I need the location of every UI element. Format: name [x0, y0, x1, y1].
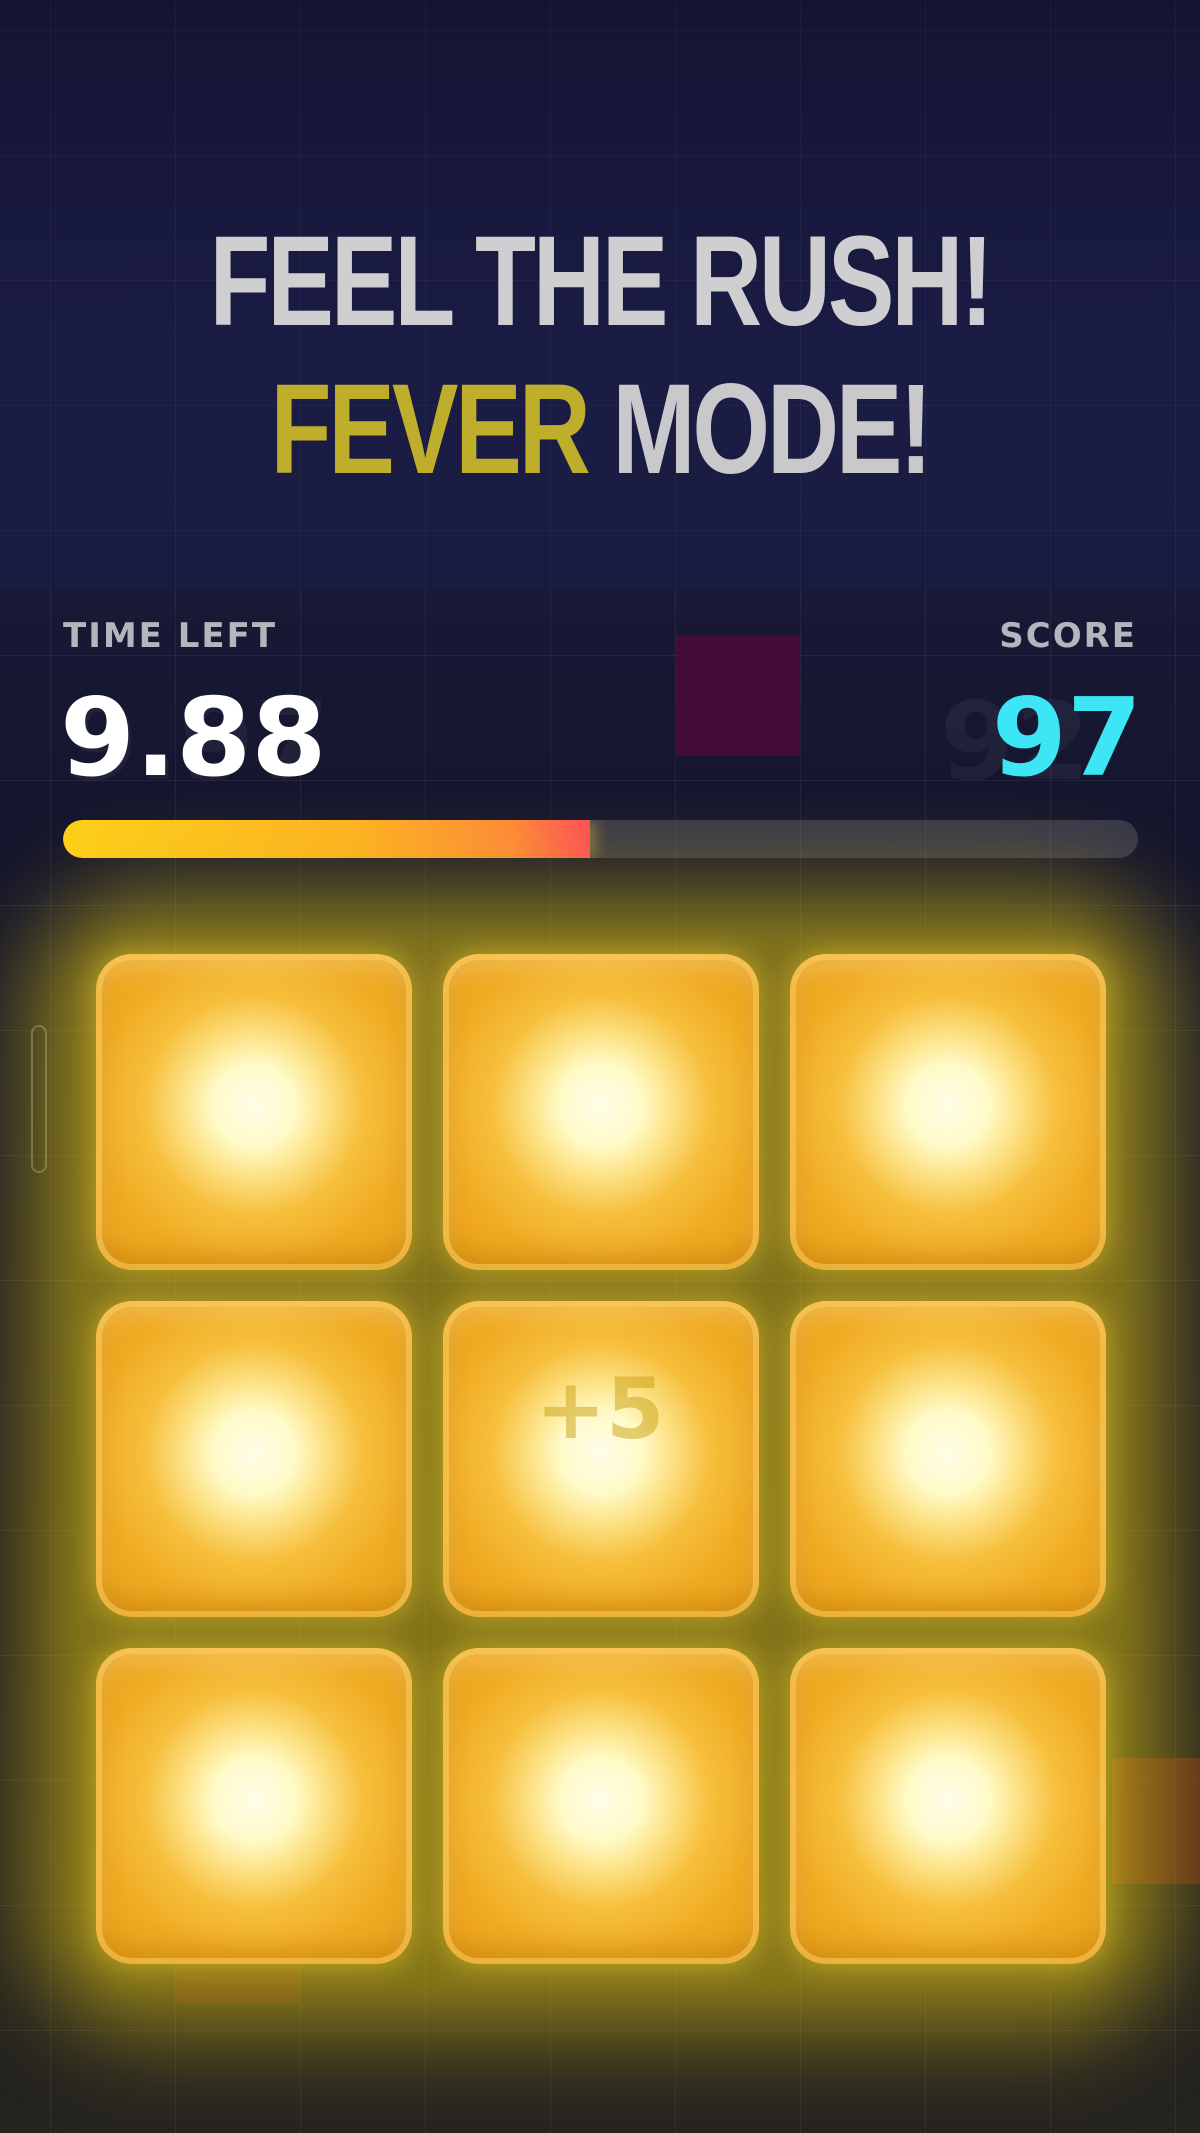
game-pad-r2-c3[interactable]: [790, 1301, 1106, 1617]
score-value: 97: [991, 676, 1142, 801]
headline-line-1: FEEL THE RUSH!: [209, 210, 994, 353]
side-drag-handle[interactable]: [31, 1025, 47, 1173]
time-progress-fill: [63, 820, 590, 858]
score-label: SCORE: [999, 616, 1137, 656]
mode-word: MODE!: [587, 358, 932, 501]
time-left-label: TIME LEFT: [63, 616, 278, 656]
game-pad-r3-c3[interactable]: [790, 1648, 1106, 1964]
game-pad-r3-c1[interactable]: [96, 1648, 412, 1964]
background-falling-tile: [676, 636, 800, 756]
time-left-value: 9.88: [60, 676, 327, 801]
floating-score-popup: +5: [535, 1360, 665, 1458]
fever-word: FEVER: [270, 358, 590, 501]
game-pad-r1-c3[interactable]: [790, 954, 1106, 1270]
game-pad-r3-c2[interactable]: [443, 1648, 759, 1964]
headline-line-2: FEVER MODE!: [132, 366, 1068, 494]
game-pad-r1-c1[interactable]: [96, 954, 412, 1270]
game-pad-r2-c2[interactable]: [443, 1301, 759, 1617]
game-pad-r1-c2[interactable]: [443, 954, 759, 1270]
time-progress-bar: [63, 820, 1138, 858]
game-pad-r2-c1[interactable]: [96, 1301, 412, 1617]
